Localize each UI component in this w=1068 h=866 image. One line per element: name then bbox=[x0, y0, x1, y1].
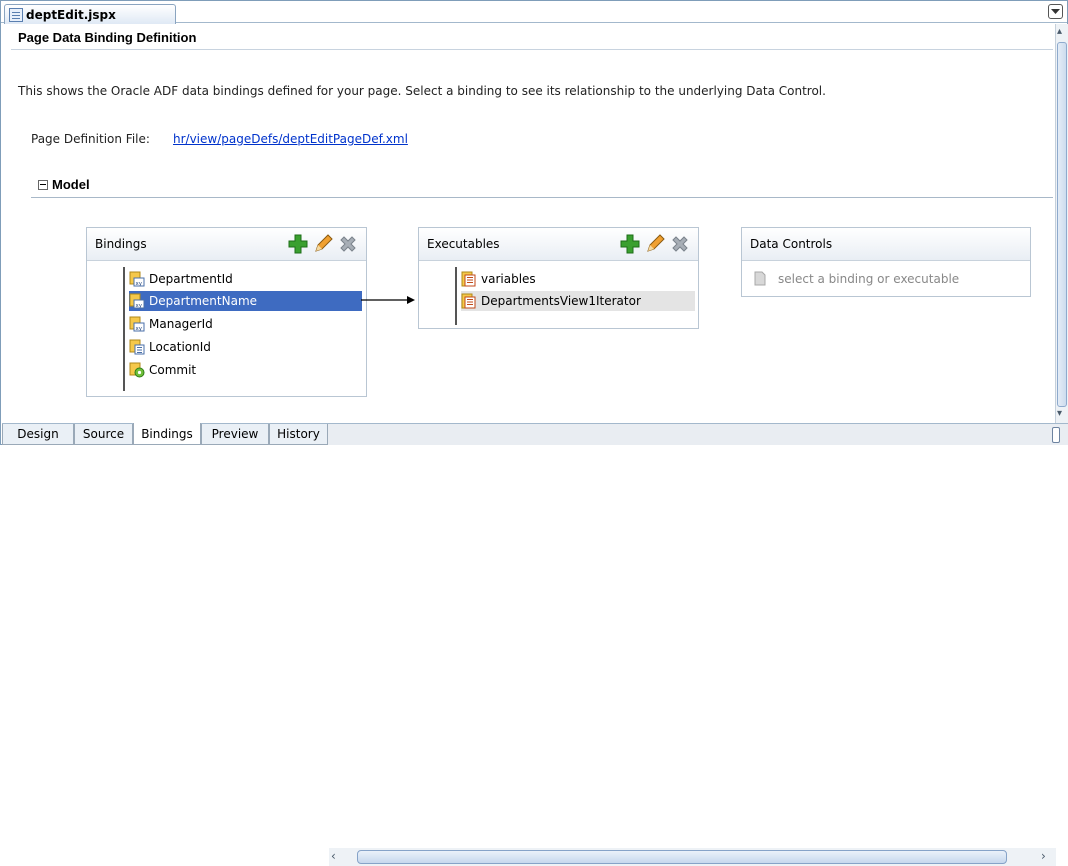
bindings-panel-title: Bindings bbox=[95, 237, 147, 251]
scroll-down-icon[interactable]: ▾ bbox=[1057, 408, 1062, 419]
page-definition-link[interactable]: hr/view/pageDefs/deptEditPageDef.xml bbox=[173, 132, 408, 146]
page-description: This shows the Oracle ADF data bindings … bbox=[18, 84, 826, 98]
svg-text:xy: xy bbox=[136, 303, 143, 309]
tab-label: Design bbox=[17, 427, 59, 441]
tab-preview[interactable]: Preview bbox=[201, 424, 269, 445]
svg-text:xy: xy bbox=[136, 281, 143, 287]
scroll-right-icon[interactable]: › bbox=[1041, 849, 1046, 863]
edit-executable-icon[interactable] bbox=[645, 234, 665, 254]
editor-view-tabs: Design Source Bindings Preview History ‹ › bbox=[2, 423, 1068, 866]
executable-item-label: variables bbox=[481, 272, 536, 286]
attribute-binding-icon: xy bbox=[129, 271, 145, 287]
tab-source[interactable]: Source bbox=[74, 424, 133, 445]
binding-relationship-arrow bbox=[361, 296, 415, 304]
executable-item-label: DepartmentsView1Iterator bbox=[481, 294, 641, 308]
file-tab-deptedit[interactable]: deptEdit.jspx bbox=[4, 4, 176, 24]
executable-item-variables[interactable]: variables bbox=[461, 269, 536, 289]
executables-panel-title: Executables bbox=[427, 237, 500, 251]
binding-item-label: Commit bbox=[149, 363, 197, 377]
model-collapse-toggle[interactable] bbox=[38, 180, 48, 190]
file-tab-label: deptEdit.jspx bbox=[26, 7, 116, 22]
tab-history[interactable]: History bbox=[269, 424, 328, 445]
split-handle[interactable] bbox=[1052, 427, 1060, 443]
data-controls-panel: Data Controls select a binding or execut… bbox=[741, 227, 1031, 297]
binding-item-label: DepartmentName bbox=[149, 294, 258, 308]
tab-label: History bbox=[277, 427, 320, 441]
tab-label: Preview bbox=[211, 427, 259, 441]
page-definition-label: Page Definition File: bbox=[31, 132, 150, 146]
tab-label: Bindings bbox=[141, 426, 193, 441]
attribute-binding-icon: xy bbox=[129, 316, 145, 332]
scroll-up-icon[interactable]: ▴ bbox=[1057, 26, 1062, 37]
tab-label: Source bbox=[82, 427, 125, 441]
model-divider bbox=[31, 197, 1053, 198]
edit-binding-icon[interactable] bbox=[313, 234, 333, 254]
executable-item-departmentsview1iterator[interactable]: DepartmentsView1Iterator bbox=[461, 291, 695, 311]
binding-item-managerid[interactable]: xy ManagerId bbox=[129, 314, 213, 334]
bindings-tree-line bbox=[123, 267, 125, 391]
jspx-file-icon bbox=[9, 7, 23, 22]
vertical-scrollbar[interactable]: ▴ ▾ bbox=[1055, 24, 1068, 423]
vertical-scroll-thumb[interactable] bbox=[1057, 42, 1067, 407]
delete-binding-icon[interactable] bbox=[338, 234, 358, 254]
document-icon bbox=[754, 271, 766, 286]
editor-window: deptEdit.jspx Page Data Binding Definiti… bbox=[0, 0, 1068, 866]
list-binding-icon bbox=[129, 339, 145, 355]
binding-item-departmentname[interactable]: xy DepartmentName bbox=[129, 291, 362, 311]
binding-item-departmentid[interactable]: xy DepartmentId bbox=[129, 269, 233, 289]
editor-tab-bar: deptEdit.jspx bbox=[1, 1, 1067, 24]
bindings-actions bbox=[288, 234, 358, 254]
binding-item-label: LocationId bbox=[149, 340, 211, 354]
svg-text:xy: xy bbox=[136, 326, 143, 332]
binding-item-commit[interactable]: Commit bbox=[129, 360, 196, 380]
add-executable-icon[interactable] bbox=[620, 234, 640, 254]
binding-item-locationid[interactable]: LocationId bbox=[129, 337, 211, 357]
data-controls-panel-header: Data Controls bbox=[742, 228, 1030, 261]
tab-design[interactable]: Design bbox=[2, 424, 74, 445]
chevron-down-icon bbox=[1051, 9, 1060, 14]
executables-actions bbox=[620, 234, 690, 254]
horizontal-scrollbar[interactable]: ‹ › bbox=[329, 848, 1056, 866]
add-binding-icon[interactable] bbox=[288, 234, 308, 254]
data-controls-panel-title: Data Controls bbox=[750, 237, 833, 251]
horizontal-scroll-thumb[interactable] bbox=[357, 850, 1007, 864]
executable-icon bbox=[461, 271, 476, 287]
delete-executable-icon[interactable] bbox=[670, 234, 690, 254]
document-list-button[interactable] bbox=[1048, 4, 1063, 19]
bindings-panel-header: Bindings bbox=[87, 228, 366, 261]
executables-panel-header: Executables bbox=[419, 228, 698, 261]
scroll-left-icon[interactable]: ‹ bbox=[331, 849, 336, 863]
binding-item-label: ManagerId bbox=[149, 317, 213, 331]
action-binding-icon bbox=[129, 362, 145, 378]
iterator-icon bbox=[461, 293, 476, 309]
data-controls-placeholder: select a binding or executable bbox=[778, 271, 960, 286]
attribute-binding-icon: xy bbox=[129, 293, 145, 309]
data-controls-placeholder-row: select a binding or executable bbox=[754, 271, 959, 286]
model-section-label: Model bbox=[52, 177, 90, 192]
binding-item-label: DepartmentId bbox=[149, 272, 233, 286]
page-title: Page Data Binding Definition bbox=[18, 30, 197, 45]
tab-bindings[interactable]: Bindings bbox=[133, 423, 201, 445]
executables-tree-line bbox=[455, 267, 457, 325]
title-divider bbox=[11, 49, 1053, 50]
